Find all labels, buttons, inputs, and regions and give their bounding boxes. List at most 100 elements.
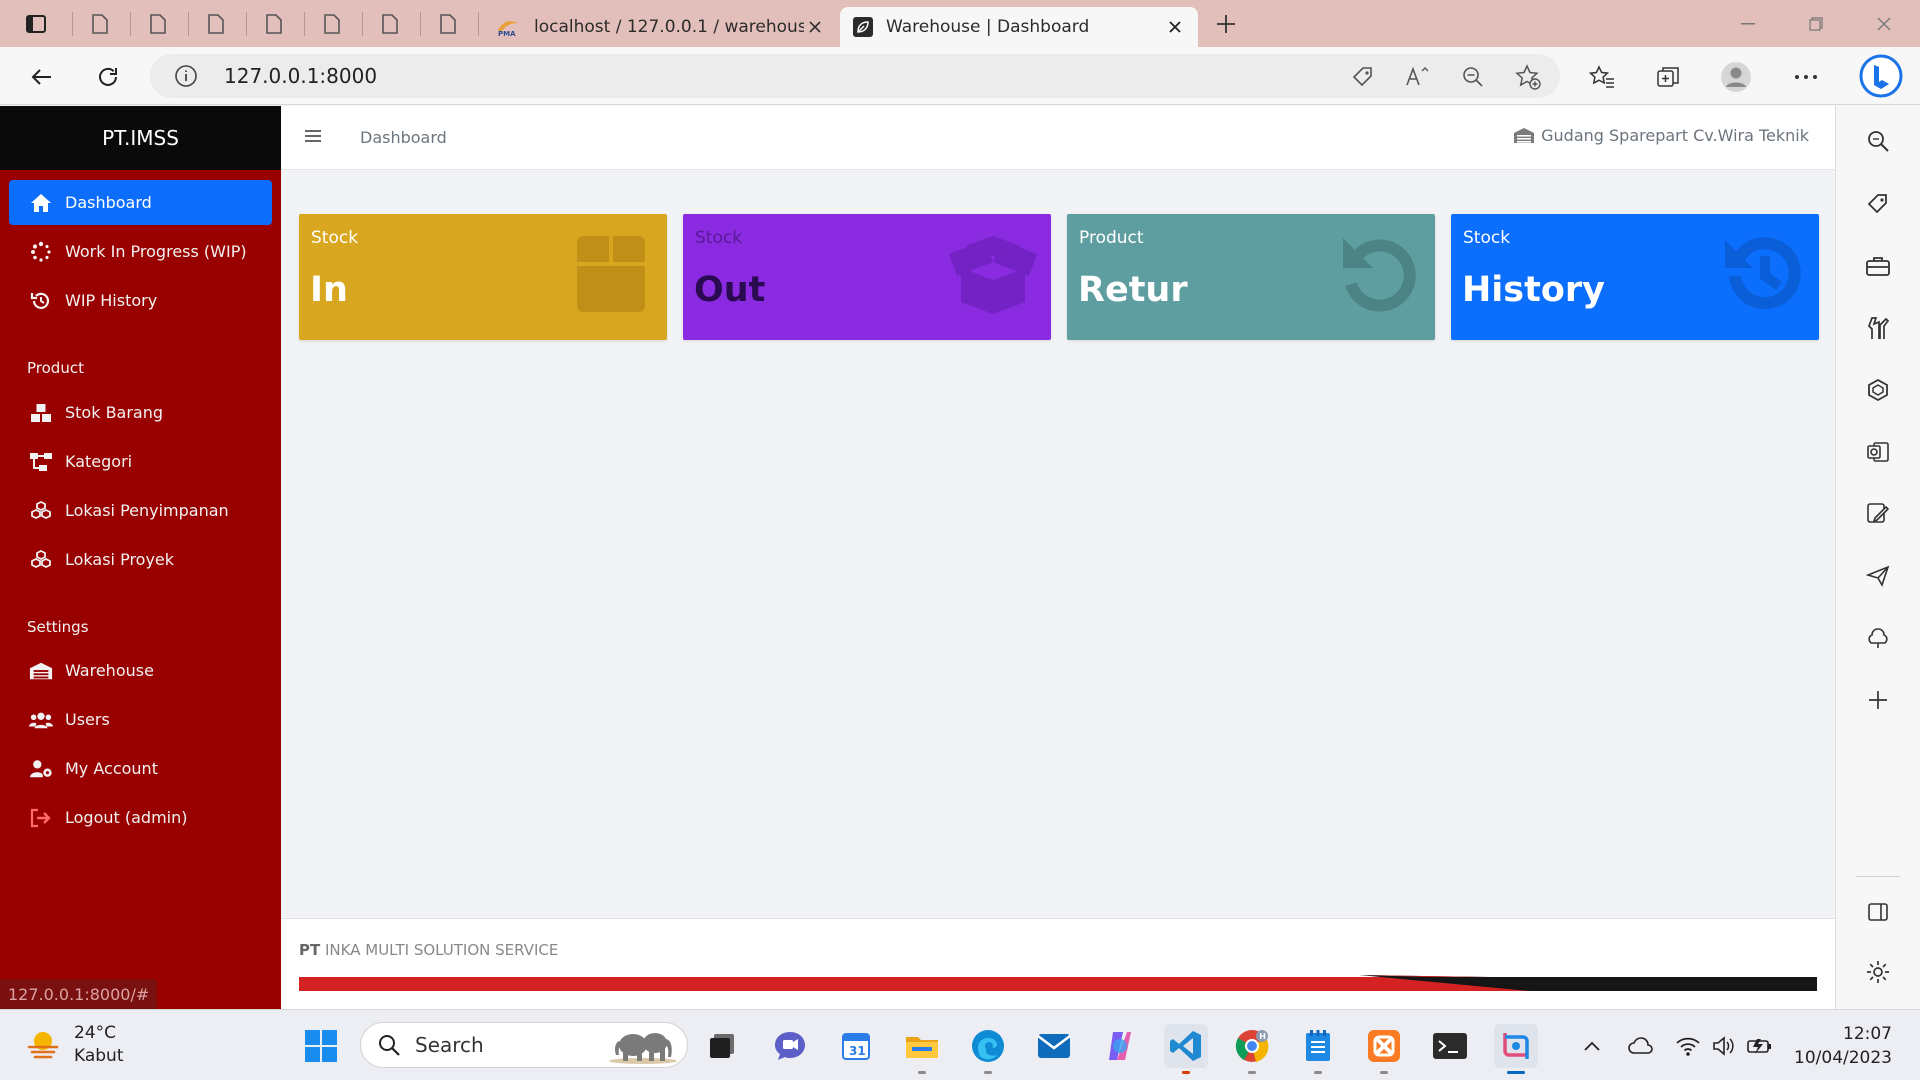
sidebar-toggle-icon[interactable] xyxy=(1864,898,1892,926)
system-clock[interactable]: 12:07 10/04/2023 xyxy=(1794,1022,1892,1070)
microsoft-365-icon[interactable] xyxy=(1864,376,1892,404)
sidebar-item-kategori[interactable]: Kategori xyxy=(9,439,272,484)
card-stock-out[interactable]: Stock Out xyxy=(683,214,1051,340)
svg-text:31: 31 xyxy=(849,1044,866,1058)
copilot-app-icon[interactable] xyxy=(1098,1024,1142,1068)
windows-taskbar: 24°C Kabut Search 31 H 12:07 10/04/2023 xyxy=(0,1009,1920,1080)
pinned-tab-page-icon[interactable] xyxy=(428,0,468,47)
add-favorite-icon[interactable] xyxy=(1515,64,1541,90)
minimize-button[interactable] xyxy=(1714,0,1782,47)
tree-icon[interactable] xyxy=(1864,624,1892,652)
spinner-icon xyxy=(29,240,53,264)
games-icon[interactable] xyxy=(1864,314,1892,342)
mail-icon[interactable] xyxy=(1032,1024,1076,1068)
profile-avatar[interactable] xyxy=(1718,59,1754,95)
more-options-icon[interactable] xyxy=(1788,59,1824,95)
calendar-icon[interactable]: 31 xyxy=(834,1024,878,1068)
coupon-tag-icon[interactable] xyxy=(1350,64,1376,90)
refresh-button[interactable] xyxy=(90,59,126,95)
back-button[interactable] xyxy=(24,59,60,95)
drop-edit-icon[interactable] xyxy=(1864,500,1892,528)
pinned-tab-page-icon[interactable] xyxy=(138,0,178,47)
tools-briefcase-icon[interactable] xyxy=(1864,252,1892,280)
phpmyadmin-icon: PMA xyxy=(496,17,522,37)
pinned-tab-page-icon[interactable] xyxy=(312,0,352,47)
bing-copilot-icon[interactable] xyxy=(1858,53,1904,99)
status-bar-url: 127.0.0.1:8000/# xyxy=(0,979,158,1009)
file-explorer-icon[interactable] xyxy=(900,1024,944,1074)
close-window-button[interactable] xyxy=(1850,0,1918,47)
close-icon[interactable] xyxy=(1164,16,1186,38)
volume-icon[interactable] xyxy=(1710,1034,1738,1058)
sidebar-item-lokasi-proyek[interactable]: Lokasi Proyek xyxy=(9,537,272,582)
gear-icon[interactable] xyxy=(1864,958,1892,986)
card-subtitle: Stock xyxy=(311,228,359,248)
sidebar-item-my-account[interactable]: My Account xyxy=(9,746,272,791)
box-icon xyxy=(569,232,653,316)
warehouse-icon xyxy=(29,659,53,683)
chevron-up-icon[interactable] xyxy=(1578,1034,1606,1058)
hamburger-menu-icon[interactable] xyxy=(305,128,323,144)
sidebar-item-label: Work In Progress (WIP) xyxy=(65,242,247,261)
pinned-tab-page-icon[interactable] xyxy=(80,0,120,47)
search-icon[interactable] xyxy=(1864,127,1892,155)
url-text[interactable]: 127.0.0.1:8000 xyxy=(224,64,377,88)
pinned-tab-page-icon[interactable] xyxy=(196,0,236,47)
notepad-icon[interactable] xyxy=(1296,1024,1340,1074)
pinned-tab-page-icon[interactable] xyxy=(370,0,410,47)
sidebar-item-warehouse[interactable]: Warehouse xyxy=(9,648,272,693)
tab-phpmyadmin[interactable]: PMA localhost / 127.0.0.1 / warehouse xyxy=(484,7,838,47)
sidebar-item-label: Lokasi Proyek xyxy=(65,550,175,569)
outlook-icon[interactable] xyxy=(1864,438,1892,466)
svg-text:PMA: PMA xyxy=(498,30,516,37)
battery-charging-icon[interactable] xyxy=(1746,1034,1774,1058)
tab-warehouse-dashboard[interactable]: Warehouse | Dashboard xyxy=(840,7,1198,47)
close-icon[interactable] xyxy=(804,16,826,38)
chrome-icon[interactable]: H xyxy=(1230,1024,1274,1074)
new-tab-button[interactable] xyxy=(1208,0,1244,47)
sidebar-item-label: Users xyxy=(65,710,110,729)
read-aloud-icon[interactable] xyxy=(1405,64,1431,90)
task-view-icon[interactable] xyxy=(700,1024,744,1068)
terminal-icon[interactable] xyxy=(1428,1024,1472,1068)
tab-title: Warehouse | Dashboard xyxy=(886,17,1090,37)
breadcrumb[interactable]: Dashboard xyxy=(360,128,447,147)
card-product-retur[interactable]: Product Retur xyxy=(1067,214,1435,340)
search-label: Search xyxy=(415,1033,484,1057)
pinned-tab-page-icon[interactable] xyxy=(254,0,294,47)
send-icon[interactable] xyxy=(1864,562,1892,590)
sidebar-item-wip[interactable]: Work In Progress (WIP) xyxy=(9,229,272,274)
card-subtitle: Stock xyxy=(1463,228,1511,248)
collections-icon[interactable] xyxy=(1650,59,1686,95)
sidebar-item-stok-barang[interactable]: Stok Barang xyxy=(9,390,272,435)
snipping-tool-icon[interactable] xyxy=(1494,1024,1538,1074)
sidebar-item-logout[interactable]: Logout (admin) xyxy=(9,795,272,840)
tab-actions-icon[interactable] xyxy=(14,0,58,47)
wifi-icon[interactable] xyxy=(1674,1034,1702,1058)
taskbar-search[interactable]: Search xyxy=(360,1022,688,1068)
sidebar-item-users[interactable]: Users xyxy=(9,697,272,742)
card-stock-in[interactable]: Stock In xyxy=(299,214,667,340)
vscode-icon[interactable] xyxy=(1164,1024,1208,1074)
users-icon xyxy=(29,708,53,732)
shopping-tag-icon[interactable] xyxy=(1864,190,1892,218)
zoom-out-icon[interactable] xyxy=(1460,64,1486,90)
svg-text:H: H xyxy=(1259,1032,1266,1041)
sidebar-item-dashboard[interactable]: Dashboard xyxy=(9,180,272,225)
restore-button[interactable] xyxy=(1782,0,1850,47)
sidebar-item-lokasi-penyimpanan[interactable]: Lokasi Penyimpanan xyxy=(9,488,272,533)
weather-widget[interactable]: 24°C Kabut xyxy=(26,1022,124,1068)
app-sidebar: PT.IMSS Dashboard Work In Progress (WIP)… xyxy=(0,106,281,1009)
favorites-icon[interactable] xyxy=(1584,59,1620,95)
windows-start-icon[interactable] xyxy=(299,1024,343,1068)
card-stock-history[interactable]: Stock History xyxy=(1451,214,1819,340)
brand-logo[interactable]: PT.IMSS xyxy=(0,106,281,170)
add-icon[interactable] xyxy=(1864,686,1892,714)
info-icon[interactable] xyxy=(174,64,198,88)
sidebar-item-wip-history[interactable]: WIP History xyxy=(9,278,272,323)
onedrive-cloud-icon[interactable] xyxy=(1626,1034,1654,1058)
address-bar[interactable]: 127.0.0.1:8000 xyxy=(150,54,1560,98)
xampp-icon[interactable] xyxy=(1362,1024,1406,1074)
teams-chat-icon[interactable] xyxy=(768,1024,812,1068)
edge-browser-icon[interactable] xyxy=(966,1024,1010,1074)
